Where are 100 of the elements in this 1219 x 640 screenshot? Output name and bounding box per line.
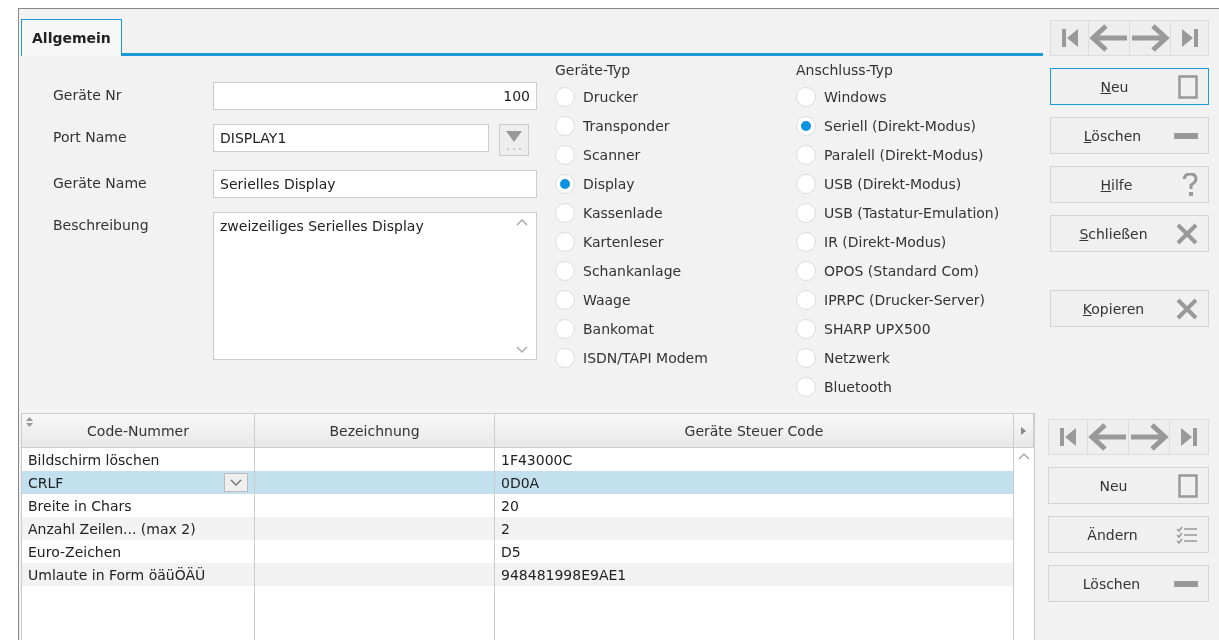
action-button[interactable]: Löschen — [1050, 117, 1209, 154]
dropdown-icon — [504, 128, 524, 152]
radio-icon[interactable] — [555, 202, 575, 223]
arrow-left-icon — [1088, 422, 1128, 452]
radio-option[interactable]: Bluetooth — [796, 372, 1019, 401]
text-area-value: zweizeiliges Serielles Display — [220, 218, 424, 236]
group-title: Geräte-Typ — [555, 62, 632, 78]
action-button[interactable]: Ändern — [1048, 516, 1209, 553]
radio-option[interactable]: Display — [555, 169, 778, 198]
input-field[interactable]: DISPLAY1 — [213, 124, 489, 152]
arrow-left-icon — [1089, 23, 1129, 53]
radio-option[interactable]: Waage — [555, 285, 778, 314]
radio-icon[interactable] — [555, 115, 575, 136]
minus-icon — [1174, 580, 1198, 587]
radio-icon[interactable] — [555, 173, 575, 194]
radio-option[interactable]: OPOS (Standard Com) — [796, 256, 1019, 285]
tab[interactable]: Allgemein — [21, 19, 122, 56]
radio-option[interactable]: SHARP UPX500 — [796, 314, 1019, 343]
radio-option[interactable]: Seriell (Direkt-Modus) — [796, 111, 1019, 140]
radio-icon[interactable] — [796, 115, 816, 136]
radio-icon[interactable] — [555, 231, 575, 252]
column-scroll-button[interactable] — [1014, 414, 1034, 448]
sort-icon — [26, 417, 33, 427]
cell-text: Umlaute in Form öäüÖÄÜ — [28, 566, 206, 583]
action-button[interactable]: Hilfe — [1050, 166, 1209, 203]
column-header[interactable]: Geräte Steuer Code — [495, 414, 1014, 448]
radio-icon[interactable] — [555, 86, 575, 107]
column-header[interactable]: Bezeichnung — [255, 414, 495, 448]
radio-option[interactable]: Scanner — [555, 140, 778, 169]
action-button[interactable]: Schließen — [1050, 215, 1209, 252]
cell-text: 20 — [501, 497, 519, 514]
radio-icon[interactable] — [555, 289, 575, 310]
radio-option[interactable]: Netzwerk — [796, 343, 1019, 372]
radio-icon[interactable] — [796, 231, 816, 252]
radio-option[interactable]: Windows — [796, 82, 1019, 111]
next-button[interactable] — [1130, 21, 1171, 55]
radio-option[interactable]: Bankomat — [555, 314, 778, 343]
group-title: Anschluss-Typ — [796, 62, 894, 78]
help-icon — [1182, 172, 1198, 197]
radio-option[interactable]: USB (Tastatur-Emulation) — [796, 198, 1019, 227]
radio-option[interactable]: IR (Direkt-Modus) — [796, 227, 1019, 256]
cell-text: Anzahl Zeilen... (max 2) — [28, 520, 196, 537]
caret-right-icon — [1021, 426, 1026, 435]
radio-option[interactable]: IPRPC (Drucker-Server) — [796, 285, 1019, 314]
next-button[interactable] — [1129, 420, 1170, 454]
last-icon — [1179, 27, 1200, 49]
action-button[interactable]: Neu — [1048, 467, 1209, 504]
action-button[interactable]: Neu — [1050, 68, 1209, 105]
cell-text: Breite in Chars — [28, 497, 132, 514]
arrow-right-icon — [1130, 23, 1170, 53]
radio-icon[interactable] — [796, 289, 816, 310]
cell-text: 0D0A — [501, 474, 540, 491]
radio-icon[interactable] — [796, 318, 816, 339]
radio-option[interactable]: Kartenleser — [555, 227, 778, 256]
input-field[interactable]: Serielles Display — [213, 170, 537, 198]
radio-option[interactable]: Kassenlade — [555, 198, 778, 227]
checklist-icon — [1176, 525, 1198, 544]
radio-icon[interactable] — [796, 260, 816, 281]
cell-text: 948481998E9AE1 — [501, 566, 627, 583]
field-label: Beschreibung — [53, 216, 150, 235]
arrow-right-icon — [1129, 422, 1169, 452]
field-label: Port Name — [53, 128, 128, 147]
radio-icon[interactable] — [796, 347, 816, 368]
cell-text: CRLF — [28, 474, 64, 491]
last-icon — [1179, 426, 1199, 448]
cell-text: 1F43000C — [501, 451, 573, 468]
cell-text: D5 — [501, 543, 521, 560]
previous-button[interactable] — [1089, 21, 1130, 55]
cell-dropdown-button[interactable] — [224, 473, 248, 492]
scroll-up-icon[interactable] — [1018, 452, 1030, 460]
radio-icon[interactable] — [555, 318, 575, 339]
square-icon — [1178, 74, 1198, 99]
radio-icon[interactable] — [796, 202, 816, 223]
chevron-down-icon — [230, 478, 242, 487]
radio-icon[interactable] — [796, 376, 816, 397]
previous-button[interactable] — [1088, 420, 1129, 454]
radio-icon[interactable] — [796, 173, 816, 194]
radio-option[interactable]: ISDN/TAPI Modem — [555, 343, 778, 372]
action-button[interactable]: Löschen — [1048, 565, 1209, 602]
cell-text: 2 — [501, 520, 510, 537]
scroll-down-icon[interactable] — [516, 346, 528, 354]
radio-icon[interactable] — [555, 144, 575, 165]
radio-icon[interactable] — [796, 144, 816, 165]
field-label: Geräte Name — [53, 174, 148, 193]
column-header[interactable]: Code-Nummer — [22, 414, 255, 448]
text-area[interactable]: zweizeiliges Serielles Display — [213, 212, 537, 360]
radio-option[interactable]: Drucker — [555, 82, 778, 111]
radio-icon[interactable] — [555, 347, 575, 368]
radio-option[interactable]: Paralell (Direkt-Modus) — [796, 140, 1019, 169]
radio-option[interactable]: Schankanlage — [555, 256, 778, 285]
radio-option[interactable]: Transponder — [555, 111, 778, 140]
radio-icon[interactable] — [555, 260, 575, 281]
radio-icon[interactable] — [796, 86, 816, 107]
radio-option[interactable]: USB (Direkt-Modus) — [796, 169, 1019, 198]
close-icon — [1176, 297, 1198, 320]
dropdown-button[interactable] — [499, 124, 529, 156]
close-icon — [1176, 222, 1198, 245]
input-field[interactable]: 100 — [213, 82, 537, 110]
action-button[interactable]: Kopieren — [1050, 290, 1209, 327]
scroll-up-icon[interactable] — [516, 218, 528, 226]
